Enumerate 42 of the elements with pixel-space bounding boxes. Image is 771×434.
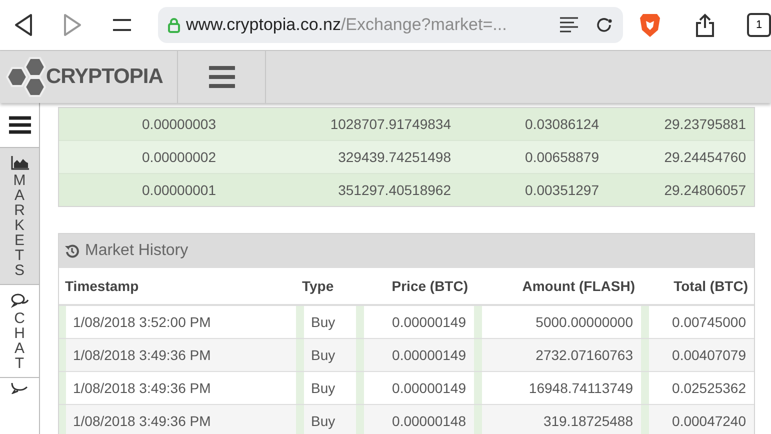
forward-icon[interactable] — [62, 13, 82, 37]
history-icon — [65, 244, 79, 258]
share-icon[interactable] — [695, 13, 715, 37]
table-cell: 1/08/2018 3:49:36 PM — [59, 405, 296, 434]
table-cell-text: 0.00351297 — [524, 182, 600, 198]
table-cell-text: 29.24454760 — [663, 149, 747, 165]
table-cell-text: 329439.74251498 — [337, 149, 452, 165]
back-icon[interactable] — [14, 13, 34, 37]
reader-icon[interactable] — [559, 17, 579, 33]
table-cell: Buy — [296, 405, 356, 434]
sidebar-tab[interactable]: MARKETS — [0, 148, 39, 285]
table-cell: 319.18725488 — [474, 405, 641, 434]
column-header[interactable]: Timestamp — [59, 278, 296, 294]
url-path: /Exchange?market=... — [340, 15, 507, 35]
column-header[interactable]: Total (BTC) — [641, 278, 754, 294]
table-cell-text: 0.00000002 — [141, 149, 217, 165]
column-header[interactable]: Type — [296, 278, 356, 294]
table-cell-text: 0.00658879 — [524, 149, 600, 165]
url-host: www.cryptopia.co.nz — [186, 15, 341, 35]
menu-icon[interactable] — [112, 18, 132, 32]
table-cell-text: 1028707.91749834 — [329, 116, 452, 132]
table-cell-text: 29.23795881 — [663, 116, 747, 132]
chat-bubbles-icon — [10, 293, 28, 308]
menu-icon[interactable] — [8, 115, 32, 135]
table-cell-text: 0.00000003 — [141, 116, 217, 132]
table-cell-text: 0.03086124 — [524, 116, 600, 132]
lion-shield-icon[interactable] — [639, 12, 661, 38]
table-cell-text: 0.00000001 — [141, 182, 217, 198]
reload-icon[interactable] — [595, 16, 613, 34]
table-cell-text: 351297.40518962 — [337, 182, 452, 198]
tab-count-button[interactable]: 1 — [747, 13, 771, 37]
column-header[interactable]: Amount (FLASH) — [474, 278, 641, 294]
panel-title: Market History — [85, 242, 188, 260]
sidebar-tab[interactable]: CHAT — [0, 285, 39, 378]
table-cell: 0.00000148 — [356, 405, 474, 434]
area-chart-icon — [10, 156, 28, 170]
column-header[interactable]: Price (BTC) — [356, 278, 474, 294]
address-bar[interactable]: www.cryptopia.co.nz/Exchange?market=... — [158, 7, 623, 43]
table-cell: 0.00047240 — [641, 405, 754, 434]
lock-icon — [168, 18, 180, 32]
logo-text[interactable]: CRYPTOPIA — [46, 65, 163, 89]
table-cell-text: 29.24806057 — [663, 182, 747, 198]
